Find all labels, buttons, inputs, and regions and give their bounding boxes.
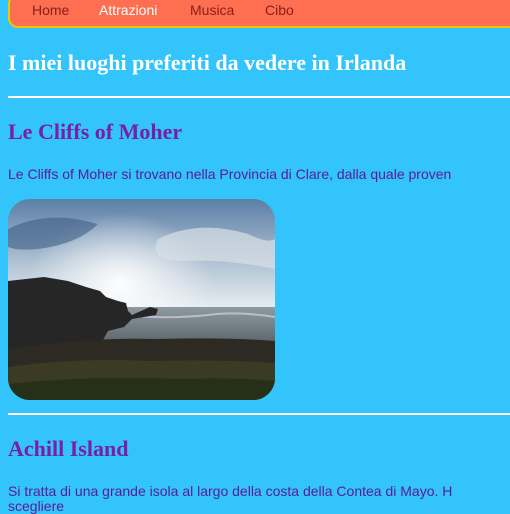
- nav-link-home[interactable]: Home: [32, 2, 69, 19]
- nav-link-cibo[interactable]: Cibo: [265, 2, 294, 19]
- section-text-cliffs-of-moher: Le Cliffs of Moher si trovano nella Prov…: [8, 166, 452, 182]
- nav-link-musica[interactable]: Musica: [190, 2, 234, 19]
- divider: [8, 96, 510, 98]
- divider: [8, 413, 510, 415]
- page-title: I miei luoghi preferiti da vedere in Irl…: [8, 50, 407, 75]
- section-title-cliffs-of-moher: Le Cliffs of Moher: [8, 119, 183, 144]
- section-text-achill-island-line2: scegliere: [8, 498, 65, 514]
- nav-link-attrazioni[interactable]: Attrazioni: [99, 2, 157, 19]
- cliffs-of-moher-photo: [8, 199, 275, 400]
- top-navigation-bar: Home Attrazioni Musica Cibo: [8, 0, 510, 28]
- section-title-achill-island: Achill Island: [8, 436, 129, 461]
- section-text-achill-island: Si tratta di una grande isola al largo d…: [8, 483, 453, 499]
